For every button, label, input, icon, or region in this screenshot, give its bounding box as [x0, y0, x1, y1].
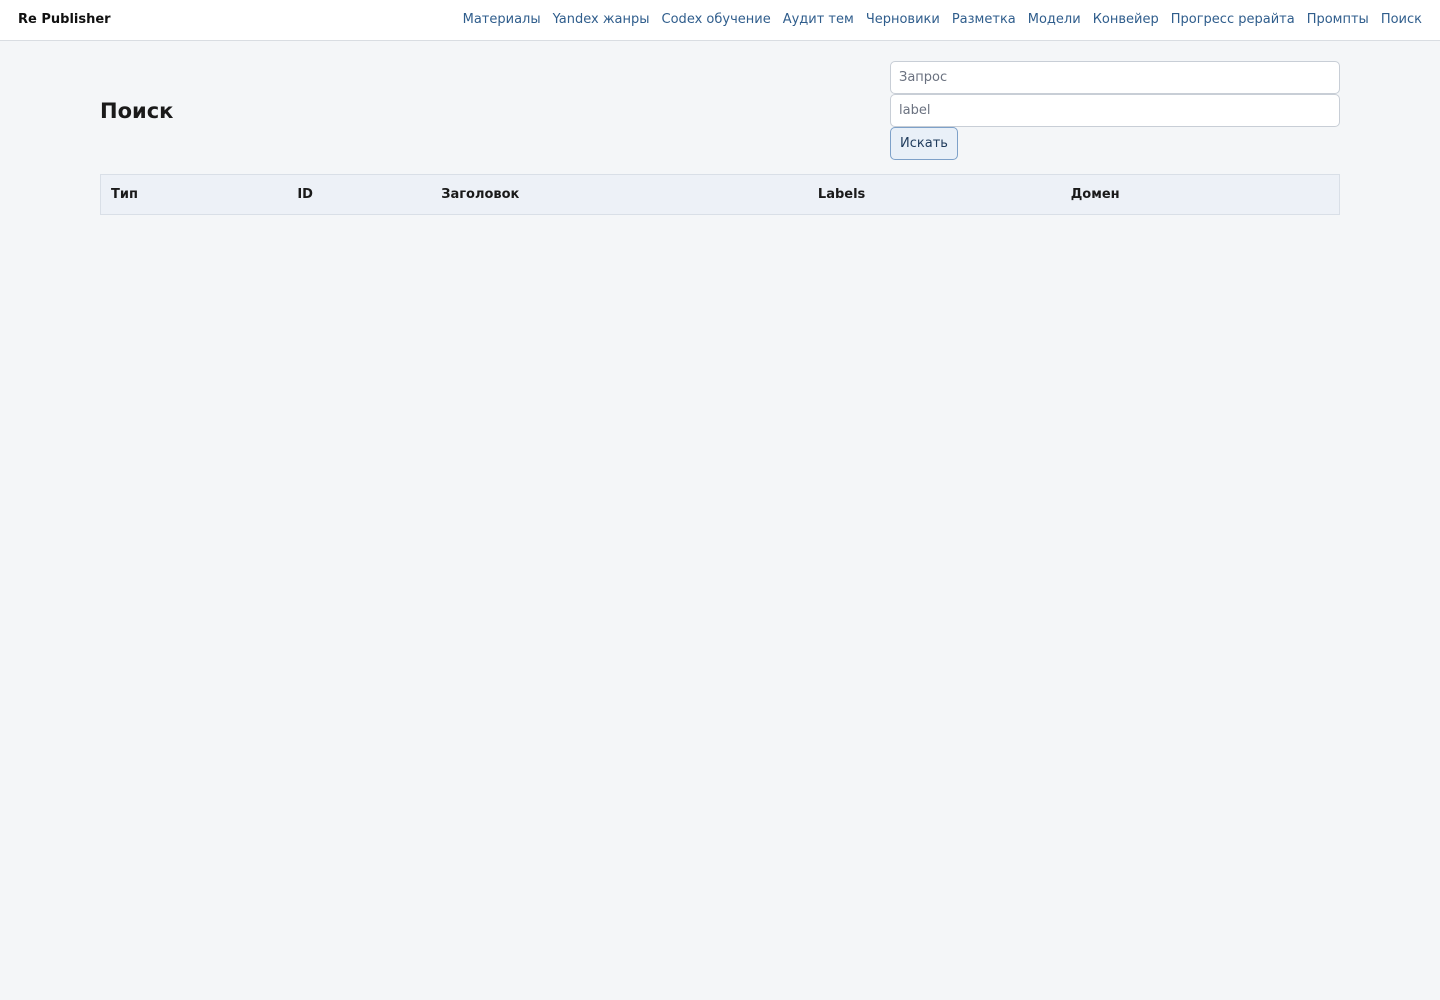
column-header-type: Тип [111, 187, 138, 202]
search-button[interactable]: Искать [890, 127, 958, 160]
top-navbar: Re Publisher Материалы Yandex жанры Code… [0, 0, 1440, 41]
nav-link-rewrite-progress[interactable]: Прогресс рерайта [1171, 11, 1295, 29]
column-header-labels: Labels [817, 187, 866, 202]
nav-link-topic-audit[interactable]: Аудит тем [783, 11, 854, 29]
main-nav: Материалы Yandex жанры Codex обучение Ау… [463, 11, 1422, 29]
nav-link-models[interactable]: Модели [1028, 11, 1081, 29]
search-form: Искать [890, 61, 1340, 160]
nav-link-materials[interactable]: Материалы [463, 11, 541, 29]
page-title: Поиск [100, 99, 174, 123]
results-table-header: Тип ID Заголовок Labels Домен [100, 174, 1340, 215]
column-header-title: Заголовок [441, 187, 520, 202]
nav-link-drafts[interactable]: Черновики [866, 11, 940, 29]
nav-link-codex-training[interactable]: Codex обучение [662, 11, 771, 29]
search-query-input[interactable] [890, 61, 1340, 94]
nav-link-search[interactable]: Поиск [1381, 11, 1422, 29]
table-header-row: Тип ID Заголовок Labels Домен [100, 174, 1340, 215]
app-brand[interactable]: Re Publisher [18, 11, 111, 29]
nav-link-yandex-genres[interactable]: Yandex жанры [553, 11, 650, 29]
label-filter-input[interactable] [890, 94, 1340, 127]
column-header-id: ID [297, 187, 313, 202]
nav-link-markup[interactable]: Разметка [952, 11, 1016, 29]
results-table: Тип ID Заголовок Labels Домен [100, 174, 1340, 215]
nav-link-prompts[interactable]: Промпты [1307, 11, 1369, 29]
nav-link-pipeline[interactable]: Конвейер [1093, 11, 1159, 29]
column-header-domain: Домен [1070, 187, 1120, 202]
